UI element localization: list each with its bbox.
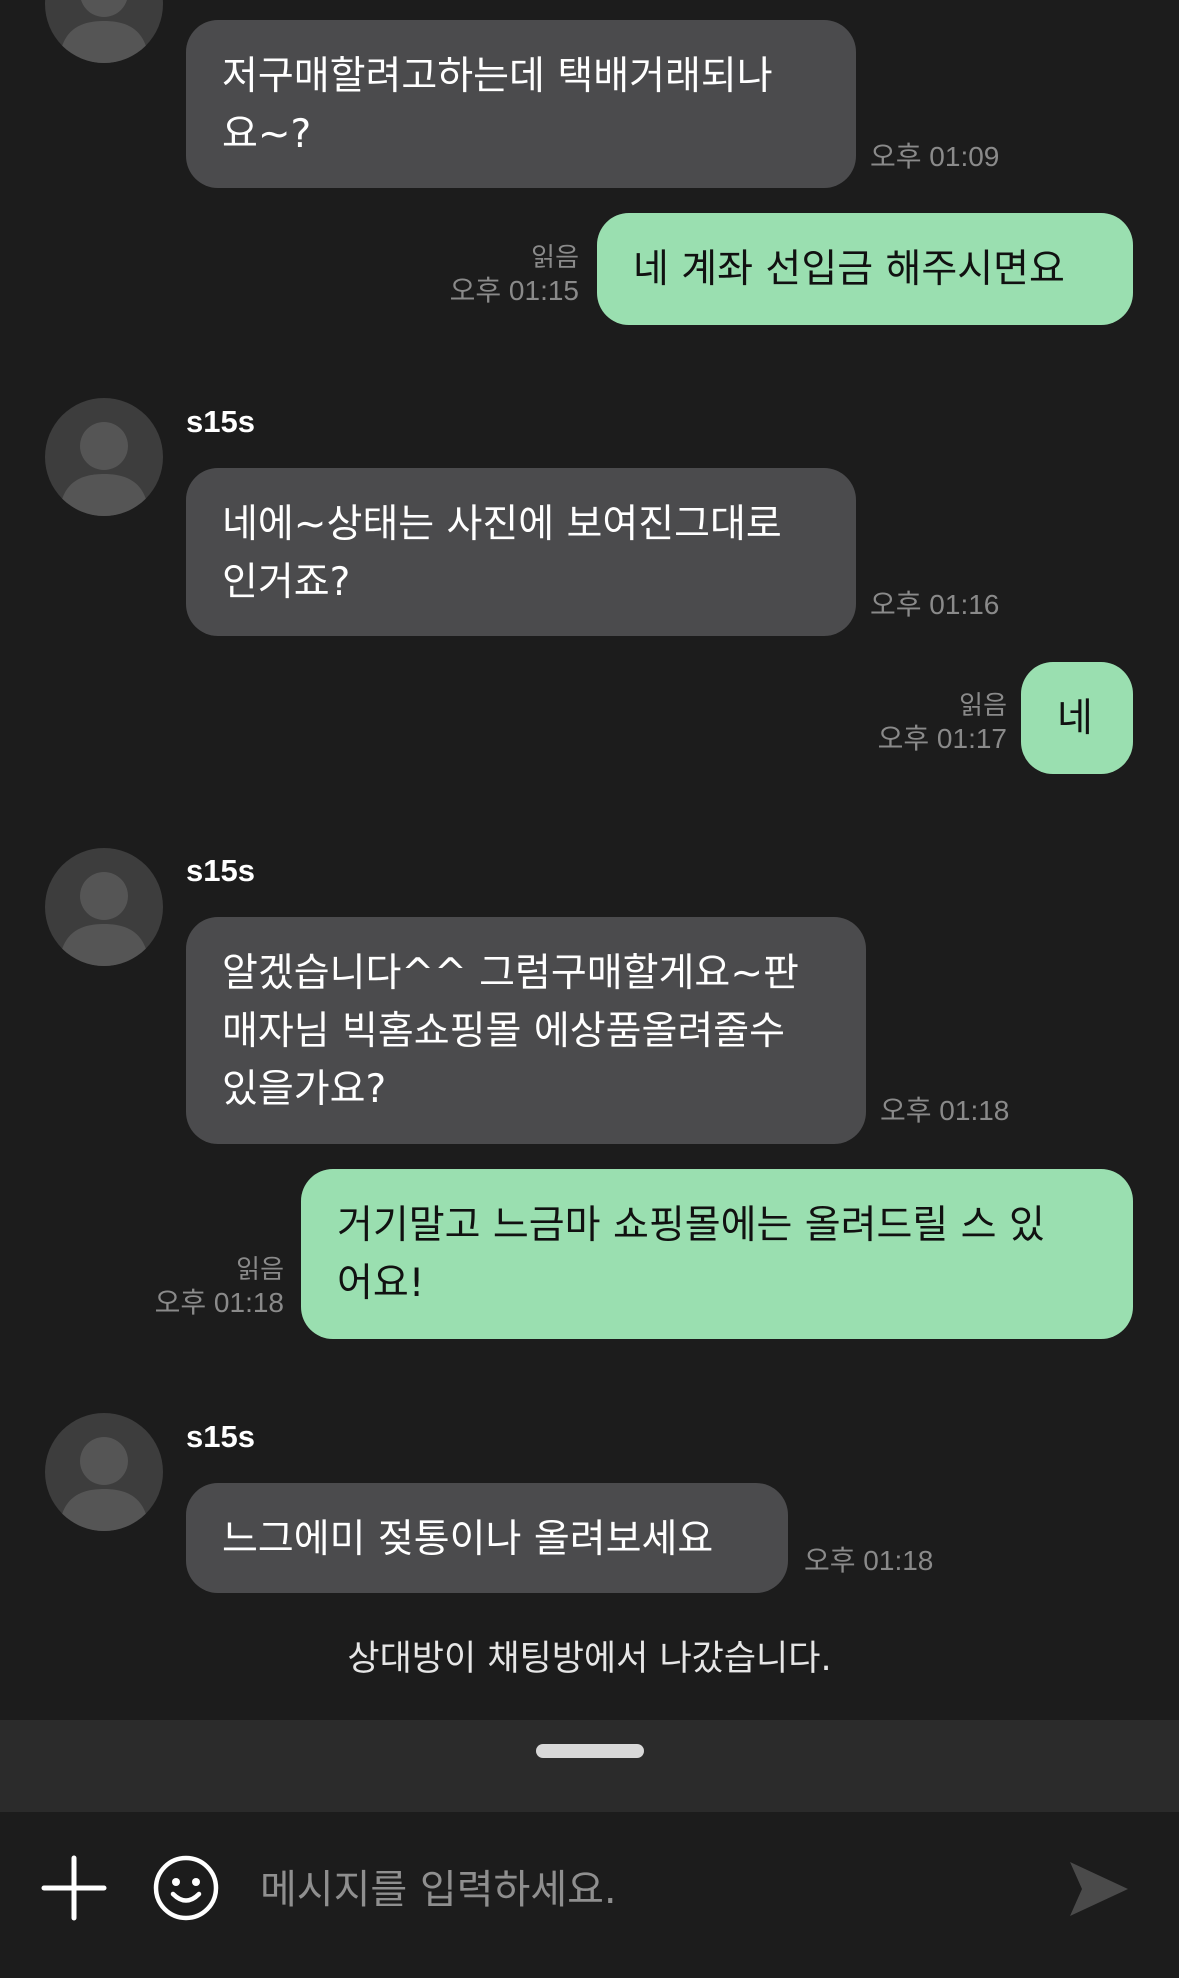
incoming-message-bubble[interactable]: 저구매할려고하는데 택배거래되나 요~? bbox=[186, 20, 856, 188]
user-silhouette-icon bbox=[59, 0, 149, 63]
message-timestamp: 오후 01:15 bbox=[449, 275, 579, 306]
bottom-sheet[interactable] bbox=[0, 1720, 1179, 1812]
message-meta: 읽음 오후 01:15 bbox=[450, 240, 579, 308]
read-receipt: 읽음 bbox=[531, 242, 579, 272]
outgoing-message-bubble[interactable]: 네 bbox=[1021, 662, 1133, 774]
user-silhouette-icon bbox=[59, 1437, 149, 1531]
message-timestamp: 오후 01:17 bbox=[877, 723, 1007, 754]
read-receipt: 읽음 bbox=[959, 690, 1007, 720]
user-silhouette-icon bbox=[59, 422, 149, 516]
incoming-message-bubble[interactable]: 알겠습니다^^ 그럼구매할게요~판 매자님 빅홈쇼핑몰 에상품올려줄수 있을가요… bbox=[186, 917, 866, 1144]
message-timestamp: 오후 01:18 bbox=[154, 1287, 284, 1318]
avatar[interactable] bbox=[45, 848, 163, 966]
message-meta: 읽음 오후 01:17 bbox=[878, 688, 1007, 756]
user-silhouette-icon bbox=[59, 872, 149, 966]
message-timestamp: 오후 01:18 bbox=[880, 1095, 1010, 1126]
message-timestamp: 오후 01:18 bbox=[804, 1545, 934, 1576]
avatar[interactable] bbox=[45, 1413, 163, 1531]
read-receipt: 읽음 bbox=[236, 1254, 284, 1284]
system-message: 상대방이 채팅방에서 나갔습니다. bbox=[347, 1639, 832, 1679]
send-icon[interactable] bbox=[1066, 1856, 1132, 1922]
avatar[interactable] bbox=[45, 398, 163, 516]
chat-area[interactable]: 저구매할려고하는데 택배거래되나 요~? 오후 01:09 읽음 오후 01:1… bbox=[0, 0, 1179, 1720]
incoming-message-bubble[interactable]: 네에~상태는 사진에 보여진그대로 인거죠? bbox=[186, 468, 856, 636]
avatar[interactable] bbox=[45, 0, 163, 63]
message-composer: 메시지를 입력하세요. bbox=[0, 1812, 1179, 1978]
outgoing-message-bubble[interactable]: 네 계좌 선입금 해주시면요 bbox=[597, 213, 1133, 325]
smiley-icon[interactable] bbox=[152, 1854, 220, 1922]
sender-name: s15s bbox=[186, 853, 255, 888]
message-meta: 읽음 오후 01:18 bbox=[155, 1252, 284, 1320]
message-timestamp: 오후 01:16 bbox=[870, 589, 1000, 620]
message-input[interactable]: 메시지를 입력하세요. bbox=[260, 1860, 617, 1920]
drag-handle[interactable] bbox=[536, 1744, 644, 1758]
outgoing-message-bubble[interactable]: 거기말고 느금마 쇼핑몰에는 올려드릴 스 있 어요! bbox=[301, 1169, 1133, 1339]
sender-name: s15s bbox=[186, 404, 255, 439]
sender-name: s15s bbox=[186, 1419, 255, 1454]
plus-icon[interactable] bbox=[40, 1854, 108, 1922]
message-timestamp: 오후 01:09 bbox=[870, 141, 1000, 172]
incoming-message-bubble[interactable]: 느그에미 젖통이나 올려보세요 bbox=[186, 1483, 788, 1593]
